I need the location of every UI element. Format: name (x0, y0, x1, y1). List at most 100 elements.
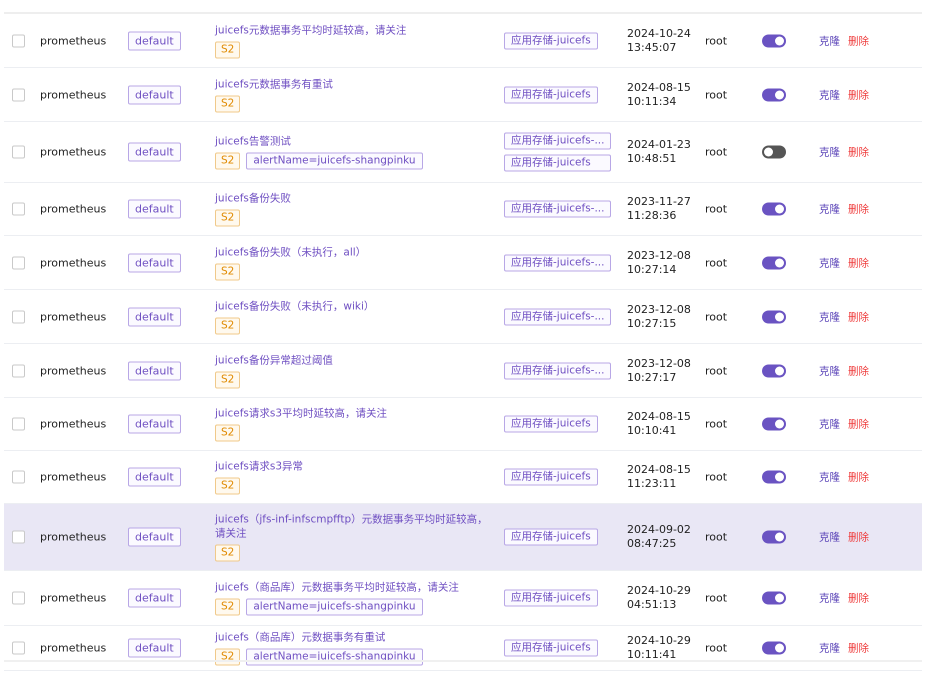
clone-button[interactable]: 克隆 (819, 145, 840, 160)
row-checkbox[interactable] (12, 470, 25, 484)
rule-name-link[interactable]: juicefs告警测试 (215, 135, 423, 149)
notify-group-tag: 应用存储-juicefs (504, 86, 598, 103)
enable-toggle[interactable] (762, 417, 786, 431)
row-checkbox[interactable] (12, 256, 25, 269)
row-checkbox[interactable] (12, 364, 25, 377)
rule-name-link[interactable]: juicefs元数据事务有重试 (215, 77, 333, 91)
updater-cell: root (705, 256, 728, 269)
rule-name-link[interactable]: juicefs请求s3异常 (215, 460, 303, 474)
table-row[interactable]: prometheus default juicefs元数据事务有重试 S2 应用存储-j… (4, 68, 922, 122)
update-date: 2023-11-27 (627, 195, 691, 208)
delete-button[interactable]: 删除 (848, 530, 869, 545)
row-actions: 克隆 删除 (819, 641, 869, 656)
enable-toggle[interactable] (762, 591, 786, 605)
table-row[interactable]: prometheus default juicefs备份异常超过阈值 S2 应用存储-j… (4, 344, 922, 398)
table-row[interactable]: prometheus default juicefs（商品库）元数据事务平均时延较高… (4, 571, 922, 626)
delete-button[interactable]: 删除 (848, 309, 869, 324)
table-row[interactable]: prometheus default juicefs备份失败（未执行，wiki） S2… (4, 290, 922, 344)
notify-group-cell: 应用存储-juicefs (504, 468, 598, 486)
delete-button[interactable]: 删除 (848, 202, 869, 217)
clone-button[interactable]: 克隆 (819, 417, 840, 432)
rule-name-link[interactable]: juicefs（jfs-inf-infscmpfftp）元数据事务平均时延较高，… (215, 513, 488, 541)
update-time-cell: 2024-08-15 10:11:34 (627, 81, 691, 109)
delete-button[interactable]: 删除 (848, 87, 869, 102)
clone-button[interactable]: 克隆 (819, 33, 840, 48)
updater-cell: root (705, 202, 728, 216)
table-row[interactable]: prometheus default juicefs备份失败 S2 应用存储-juice… (4, 183, 922, 236)
rule-name-cell: juicefs（jfs-inf-infscmpfftp）元数据事务平均时延较高，… (215, 513, 488, 562)
enable-toggle[interactable] (762, 88, 786, 101)
table-row[interactable]: prometheus default juicefs（商品库）元数据事务有重试 S2 a… (4, 626, 922, 671)
table-row[interactable]: prometheus default juicefs（jfs-inf-infscmp… (4, 504, 922, 571)
enable-toggle[interactable] (762, 470, 786, 484)
delete-button[interactable]: 删除 (848, 417, 869, 432)
table-row[interactable]: prometheus default juicefs请求s3异常 S2 应用存储-jui… (4, 451, 922, 504)
clone-button[interactable]: 克隆 (819, 255, 840, 270)
rule-name-text: juicefs备份失败 (215, 192, 291, 205)
clone-button[interactable]: 克隆 (819, 470, 840, 485)
row-checkbox[interactable] (12, 310, 25, 323)
rule-name-link[interactable]: juicefs请求s3平均时延较高，请关注 (215, 407, 387, 421)
enable-toggle[interactable] (762, 34, 786, 47)
toggle-knob (775, 593, 784, 603)
rule-name-cell: juicefs备份失败 S2 (215, 192, 291, 227)
namespace-tag: default (128, 414, 181, 434)
updater-cell: root (705, 145, 728, 159)
update-time-cell: 2023-12-08 10:27:17 (627, 357, 691, 385)
row-checkbox[interactable] (12, 417, 25, 431)
rule-name-link[interactable]: juicefs备份失败（未执行，wiki） (215, 299, 374, 313)
update-date: 2024-10-24 (627, 26, 691, 40)
delete-button[interactable]: 删除 (848, 33, 869, 48)
rule-name-text: juicefs备份失败（未执行，wiki） (215, 300, 375, 312)
delete-button[interactable]: 删除 (848, 145, 869, 160)
rule-name-link[interactable]: juicefs备份失败（未执行，all） (215, 245, 366, 259)
rule-name-text: juicefs告警测试 (215, 135, 291, 148)
clone-button[interactable]: 克隆 (819, 641, 840, 656)
rule-tags: S2 (215, 209, 291, 227)
clone-button[interactable]: 克隆 (819, 309, 840, 324)
delete-button[interactable]: 删除 (848, 363, 869, 378)
table-row[interactable]: prometheus default juicefs备份失败（未执行，all） S2 应… (4, 236, 922, 290)
delete-button[interactable]: 删除 (848, 641, 869, 656)
clone-button[interactable]: 克隆 (819, 530, 840, 545)
delete-button[interactable]: 删除 (848, 591, 869, 606)
rule-name-link[interactable]: juicefs备份异常超过阈值 (215, 353, 333, 367)
table-row[interactable]: prometheus default juicefs请求s3平均时延较高，请关注 S2… (4, 398, 922, 451)
rule-name-cell: juicefs元数据事务平均时延较高，请关注 S2 (215, 23, 406, 58)
clone-button[interactable]: 克隆 (819, 202, 840, 217)
update-time: 10:27:17 (627, 370, 677, 384)
toggle-knob (775, 204, 784, 214)
row-checkbox[interactable] (12, 145, 25, 159)
row-checkbox[interactable] (12, 591, 25, 605)
table-row[interactable]: prometheus default juicefs告警测试 S2 alertName=… (4, 122, 922, 183)
enable-toggle[interactable] (762, 145, 786, 159)
clone-button[interactable]: 克隆 (819, 87, 840, 102)
update-date: 2023-12-08 (627, 302, 691, 316)
rule-name-link[interactable]: juicefs备份失败 (215, 192, 291, 206)
enable-toggle[interactable] (762, 256, 786, 269)
clone-button[interactable]: 克隆 (819, 591, 840, 606)
row-checkbox[interactable] (12, 530, 25, 544)
rule-name-link[interactable]: juicefs元数据事务平均时延较高，请关注 (215, 23, 406, 37)
delete-button[interactable]: 删除 (848, 255, 869, 270)
row-checkbox[interactable] (12, 34, 25, 47)
row-actions: 克隆 删除 (819, 591, 869, 606)
datasource-cell: prometheus (40, 88, 107, 101)
row-checkbox[interactable] (12, 202, 25, 216)
row-checkbox[interactable] (12, 88, 25, 101)
notify-group-cell: 应用存储-juicefs (504, 639, 598, 657)
enable-toggle[interactable] (762, 530, 786, 544)
clone-button[interactable]: 克隆 (819, 363, 840, 378)
enable-toggle[interactable] (762, 641, 786, 655)
row-checkbox[interactable] (12, 641, 25, 655)
rule-name-link[interactable]: juicefs（商品库）元数据事务有重试 (215, 631, 423, 645)
enable-toggle[interactable] (762, 202, 786, 216)
enable-toggle[interactable] (762, 310, 786, 323)
enable-toggle[interactable] (762, 364, 786, 377)
notify-group-cell: 应用存储-juicefs (504, 86, 598, 103)
rule-name-link[interactable]: juicefs（商品库）元数据事务平均时延较高，请关注 (215, 581, 459, 595)
table-row[interactable]: prometheus default juicefs元数据事务平均时延较高，请关注 S… (4, 14, 922, 68)
rule-name-text: juicefs（商品库）元数据事务有重试 (215, 631, 386, 644)
update-time-cell: 2024-09-02 08:47:25 (627, 523, 691, 551)
delete-button[interactable]: 删除 (848, 470, 869, 485)
